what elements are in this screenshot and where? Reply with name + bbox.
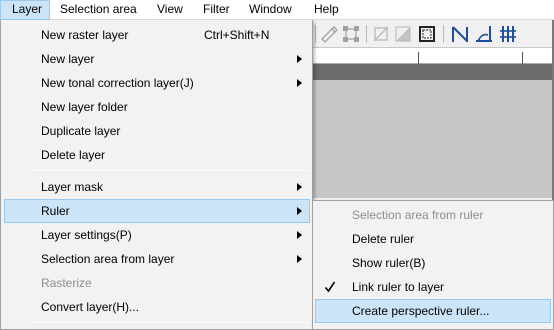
menu-help[interactable]: Help (304, 0, 349, 20)
menu-item-label: Layer settings(P) (41, 228, 132, 242)
menu-item-ruler[interactable]: Ruler (4, 199, 310, 223)
menu-separator (33, 322, 309, 323)
menu-selection-area[interactable]: Selection area (50, 0, 147, 20)
canvas[interactable] (312, 80, 554, 198)
ruler-submenu: Selection area from ruler Delete ruler S… (312, 200, 554, 330)
menu-item-label: New layer (41, 52, 95, 66)
submenu-item-selection-area-from-ruler: Selection area from ruler (315, 203, 551, 227)
menu-view[interactable]: View (147, 0, 193, 20)
menu-item-label: Delete layer (41, 148, 106, 162)
submenu-arrow-icon (297, 183, 302, 191)
menu-item-label: Link ruler to layer (352, 280, 445, 294)
submenu-item-link-ruler-to-layer[interactable]: Link ruler to layer (315, 275, 551, 299)
menu-item-new-tonal-correction-layer[interactable]: New tonal correction layer(J) (4, 71, 310, 95)
submenu-arrow-icon (297, 55, 302, 63)
checkmark-icon (324, 281, 336, 293)
ruler-tick (418, 52, 419, 64)
menu-item-label: Show ruler(B) (352, 256, 426, 270)
menu-item-label: Convert layer(H)... (41, 300, 140, 314)
menu-item-label: Layer mask (41, 180, 104, 194)
ruler-icon[interactable] (449, 23, 471, 45)
menu-item-duplicate-layer[interactable]: Duplicate layer (4, 119, 310, 143)
menu-item-label: Rasterize (41, 276, 92, 290)
menu-layer[interactable]: Layer (0, 0, 50, 20)
menubar: Layer Selection area View Filter Window … (0, 0, 554, 20)
canvas-margin (312, 64, 554, 80)
menu-item-label: Selection area from ruler (352, 208, 484, 222)
toolbar-separator (366, 25, 367, 43)
submenu-item-create-perspective-ruler[interactable]: Create perspective ruler... (315, 299, 551, 323)
menu-item-new-layer-folder[interactable]: New layer folder (4, 95, 310, 119)
menu-window[interactable]: Window (239, 0, 302, 20)
menu-item-label: Selection area from layer (41, 252, 175, 266)
menu-item-selection-area-from-layer[interactable]: Selection area from layer (4, 247, 310, 271)
menu-item-label: Duplicate layer (41, 124, 121, 138)
submenu-arrow-icon (297, 79, 302, 87)
menu-item-label: Delete ruler (352, 232, 415, 246)
menu-item-label: New layer folder (41, 100, 128, 114)
menu-item-delete-layer[interactable]: Delete layer (4, 143, 310, 167)
submenu-item-delete-ruler[interactable]: Delete ruler (315, 227, 551, 251)
submenu-arrow-icon (297, 231, 302, 239)
menu-item-label: New tonal correction layer(J) (41, 76, 194, 90)
menu-item-label: New raster layer (41, 28, 129, 42)
menu-filter[interactable]: Filter (193, 0, 240, 20)
menu-item-label: Create perspective ruler... (352, 304, 490, 318)
menu-separator (33, 170, 309, 171)
submenu-arrow-icon (297, 255, 302, 263)
menu-item-new-layer[interactable]: New layer (4, 47, 310, 71)
crop-disabled-icon[interactable] (370, 23, 392, 45)
menu-item-shortcut: Ctrl+Shift+N (204, 28, 270, 42)
menu-item-rasterize: Rasterize (4, 271, 310, 295)
transform-icon[interactable] (318, 23, 340, 45)
menu-item-layer-mask[interactable]: Layer mask (4, 175, 310, 199)
menu-item-layer-settings[interactable]: Layer settings(P) (4, 223, 310, 247)
horizontal-ruler (312, 48, 554, 64)
toolbar-separator (443, 25, 444, 43)
menu-item-label: Ruler (41, 204, 70, 218)
angle-ruler-icon[interactable] (473, 23, 495, 45)
submenu-item-show-ruler[interactable]: Show ruler(B) (315, 251, 551, 275)
menu-item-new-raster-layer[interactable]: New raster layer Ctrl+Shift+N (4, 23, 310, 47)
selection-frame-icon[interactable] (416, 23, 438, 45)
perspective-grid-icon[interactable] (497, 23, 519, 45)
toolbar-separator (315, 25, 316, 43)
layer-menu: New raster layer Ctrl+Shift+N New layer … (0, 20, 313, 330)
submenu-arrow-icon (297, 207, 302, 215)
fill-disabled-icon[interactable] (392, 23, 414, 45)
corner-handles-icon[interactable] (340, 23, 362, 45)
toolbar (312, 20, 554, 48)
menu-item-convert-layer[interactable]: Convert layer(H)... (4, 295, 310, 319)
ruler-tick (522, 52, 523, 64)
